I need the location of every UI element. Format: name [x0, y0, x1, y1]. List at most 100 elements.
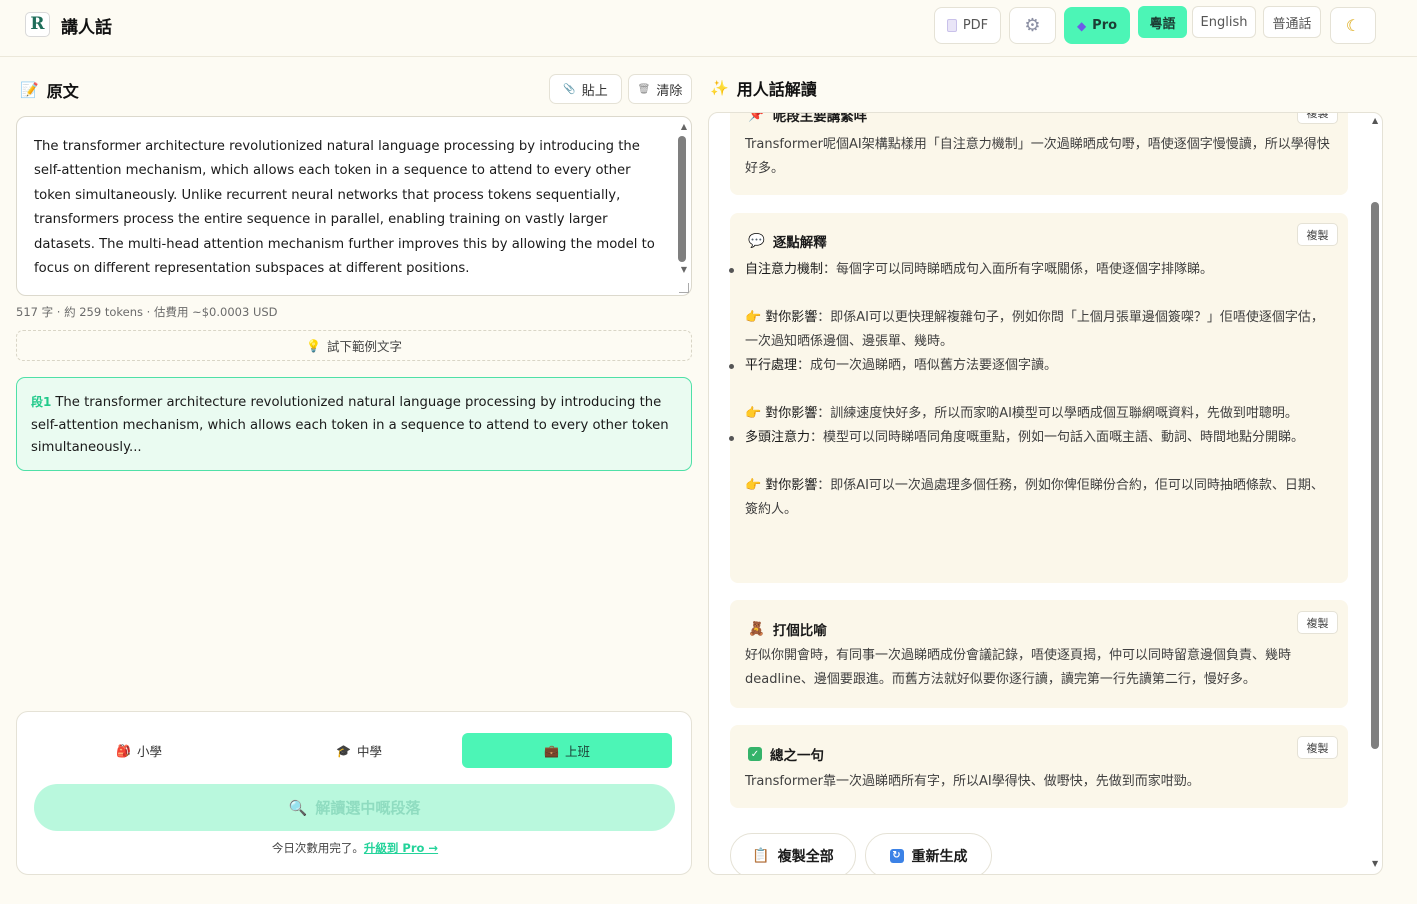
- dark-mode-toggle[interactable]: ☾: [1330, 7, 1376, 44]
- upgrade-pro-link[interactable]: 升級到 Pro →: [364, 841, 438, 855]
- segment-card-1[interactable]: 段1 The transformer architecture revolutio…: [16, 377, 692, 471]
- impact-text: ：即係AI可以一次過處理多個任務，例如你俾佢睇份合約，佢可以同時抽晒條款、日期、…: [745, 478, 1324, 517]
- pdf-file-icon: [946, 19, 957, 32]
- pointing-hand-icon: 👉: [745, 406, 762, 421]
- scroll-up-arrow-icon[interactable]: ▲: [681, 122, 687, 131]
- pdf-label: PDF: [962, 18, 989, 33]
- speech-bubble-icon: 💬: [748, 233, 765, 249]
- summary-body: Transformer呢個AI架構點樣用「自注意力機制」一次過睇晒成句嘢，唔使逐…: [745, 137, 1330, 176]
- copy-points-button[interactable]: 複製: [1297, 223, 1338, 246]
- regenerate-label: 重新生成: [911, 848, 968, 865]
- quota-notice: 今日次數用完了。升級到 Pro →: [17, 840, 693, 856]
- level-tab-primary[interactable]: 🎒 小學: [34, 733, 244, 768]
- copy-conclusion-button[interactable]: 複製: [1297, 736, 1338, 759]
- conclusion-card: ✓ 總之一句 複製 Transformer靠一次過睇晒所有字，所以AI學得快、做…: [730, 725, 1348, 808]
- settings-button[interactable]: ⚙: [1009, 7, 1056, 44]
- explain-controls: 🎒 小學 🎓 中學 💼 上班 🔍 解讀選中嘅段落 今日次數用完了。升級到 Pro…: [16, 711, 692, 875]
- try-example-button[interactable]: 💡 試下範例文字: [16, 330, 692, 361]
- scroll-up-arrow-icon[interactable]: ▲: [1372, 116, 1378, 125]
- point-desc: ：每個字可以同時睇晒成句入面所有字嘅關係，唔使逐個字排隊睇。: [823, 262, 1214, 277]
- copy-analogy-button[interactable]: 複製: [1297, 611, 1338, 634]
- refresh-icon: ↻: [889, 848, 904, 863]
- impact-text: ：訓練速度快好多，所以而家啲AI模型可以學晒成個互聯網嘅資料，先做到咁聰明。: [817, 406, 1298, 421]
- resize-handle[interactable]: [679, 283, 689, 293]
- level-label-secondary: 中學: [356, 744, 382, 759]
- impact-label: 對你影響: [765, 310, 818, 325]
- summary-heading: 📌 呢段主要講緊咩: [748, 112, 868, 125]
- source-text-content[interactable]: The transformer architecture revolutioni…: [34, 135, 662, 281]
- points-heading: 💬 逐點解釋: [748, 231, 827, 251]
- segment-text: 段1 The transformer architecture revolutio…: [31, 391, 671, 460]
- lang-english-button[interactable]: English: [1192, 6, 1256, 38]
- list-item: 自注意力機制：每個字可以同時睇晒成句入面所有字嘅關係，唔使逐個字排隊睇。 👉 對你…: [729, 258, 1335, 354]
- points-list: 自注意力機制：每個字可以同時睇晒成句入面所有字嘅關係，唔使逐個字排隊睇。 👉 對你…: [729, 258, 1335, 522]
- point-term: 多頭注意力: [745, 430, 811, 445]
- paperclip-icon: 📎: [563, 83, 576, 95]
- text-stats: 517 字 · 約 259 tokens · 估費用 ~$0.0003 USD: [16, 305, 278, 319]
- level-label-primary: 小學: [136, 744, 162, 759]
- segment-body: The transformer architecture revolutioni…: [31, 395, 669, 456]
- lightbulb-icon: 💡: [306, 338, 321, 353]
- list-item: 多頭注意力：模型可以同時睇唔同角度嘅重點，例如一句話入面嘅主語、動詞、時間地點分…: [729, 426, 1335, 522]
- impact-label: 對你影響: [765, 478, 818, 493]
- point-impact: 👉 對你影響：即係AI可以一次過處理多個任務，例如你俾佢睇份合約，佢可以同時抽晒條…: [745, 474, 1335, 522]
- level-tab-secondary[interactable]: 🎓 中學: [254, 733, 464, 768]
- memo-icon: 📝: [20, 81, 39, 99]
- summary-card: 📌 呢段主要講緊咩 複製 Transformer呢個AI架構點樣用「自注意力機制…: [730, 112, 1348, 195]
- conclusion-body: Transformer靠一次過睇晒所有字，所以AI學得快、做嘢快，先做到而家咁勁…: [745, 774, 1200, 789]
- sparkles-icon: ✨: [710, 79, 729, 97]
- analogy-card: 🧸 打個比喻 複製 好似你開會時，有同事一次過睇晒成份會議記錄，唔使逐頁揭，仲可…: [730, 600, 1348, 708]
- pro-button[interactable]: ◆ Pro: [1064, 7, 1130, 44]
- quota-text: 今日次數用完了。: [271, 841, 364, 855]
- lang-cantonese-button[interactable]: 粵語: [1138, 6, 1187, 38]
- pro-label: Pro: [1092, 18, 1118, 33]
- copy-summary-button[interactable]: 複製: [1297, 113, 1338, 124]
- pdf-button[interactable]: PDF: [934, 7, 1001, 44]
- pointing-hand-icon: 👉: [745, 310, 762, 325]
- paste-label: 貼上: [581, 83, 608, 99]
- graduation-cap-icon: 🎓: [336, 743, 351, 758]
- source-text-input[interactable]: The transformer architecture revolutioni…: [16, 116, 692, 296]
- point-desc: ：成句一次過睇晒，唔似舊方法要逐個字讀。: [797, 358, 1058, 373]
- lang-mandarin-button[interactable]: 普通話: [1263, 6, 1321, 38]
- original-text-title: 📝 原文: [20, 78, 79, 102]
- regenerate-button[interactable]: ↻ 重新生成: [865, 833, 992, 874]
- scroll-down-arrow-icon[interactable]: ▼: [681, 265, 687, 274]
- summary-heading-label: 呢段主要講緊咩: [772, 112, 868, 125]
- magnifier-icon: 🔍: [288, 798, 308, 817]
- copy-all-label: 複製全部: [777, 848, 834, 865]
- clipboard-icon: 📋: [752, 847, 770, 864]
- point-impact: 👉 對你影響：即係AI可以更快理解複雜句子，例如你問「上個月張單邊個簽㗎？」佢唔使…: [745, 306, 1335, 354]
- textarea-scrollbar[interactable]: [678, 136, 686, 262]
- segment-tag: 段1: [31, 395, 52, 409]
- gear-icon: ⚙: [1024, 15, 1041, 36]
- backpack-icon: 🎒: [116, 743, 131, 758]
- briefcase-icon: 💼: [544, 743, 559, 758]
- conclusion-heading-label: 總之一句: [770, 748, 824, 764]
- point-term: 自注意力機制: [745, 262, 824, 277]
- interpretation-panel: 📌 呢段主要講緊咩 複製 Transformer呢個AI架構點樣用「自注意力機制…: [708, 112, 1383, 875]
- interpretation-title-label: 用人話解讀: [736, 80, 817, 99]
- level-label-work: 上班: [564, 744, 590, 759]
- level-tab-work[interactable]: 💼 上班: [462, 733, 672, 768]
- check-mark-icon: ✓: [748, 747, 762, 761]
- points-card: 💬 逐點解釋 複製 自注意力機制：每個字可以同時睇晒成句入面所有字嘅關係，唔使逐…: [729, 213, 1348, 583]
- panel-scrollbar[interactable]: [1371, 202, 1379, 749]
- impact-text: ：即係AI可以更快理解複雜句子，例如你問「上個月張單邊個簽㗎？」佢唔使逐個字估，…: [745, 310, 1324, 349]
- analogy-body: 好似你開會時，有同事一次過睇晒成份會議記錄，唔使逐頁揭，仲可以同時留意邊個負責、…: [745, 648, 1292, 687]
- point-desc: ：模型可以同時睇唔同角度嘅重點，例如一句話入面嘅主語、動詞、時間地點分開睇。: [810, 430, 1305, 445]
- explain-label: 解讀選中嘅段落: [315, 799, 421, 817]
- points-heading-label: 逐點解釋: [772, 235, 827, 251]
- paste-button[interactable]: 📎 貼上: [549, 74, 622, 104]
- copy-all-button[interactable]: 📋 複製全部: [730, 833, 856, 874]
- example-label: 試下範例文字: [326, 339, 402, 354]
- impact-label: 對你影響: [765, 406, 818, 421]
- app-logo: R: [25, 12, 50, 37]
- clear-button[interactable]: 🗑 清除: [628, 74, 692, 104]
- moon-icon: ☾: [1345, 16, 1361, 35]
- top-header: R 講人話 PDF ⚙ ◆ Pro 粵語 English 普通話 ☾: [0, 0, 1417, 57]
- original-title-label: 原文: [46, 82, 79, 101]
- explain-selected-button[interactable]: 🔍 解讀選中嘅段落: [34, 784, 675, 831]
- scroll-down-arrow-icon[interactable]: ▼: [1372, 859, 1378, 868]
- gem-icon: ◆: [1076, 18, 1087, 33]
